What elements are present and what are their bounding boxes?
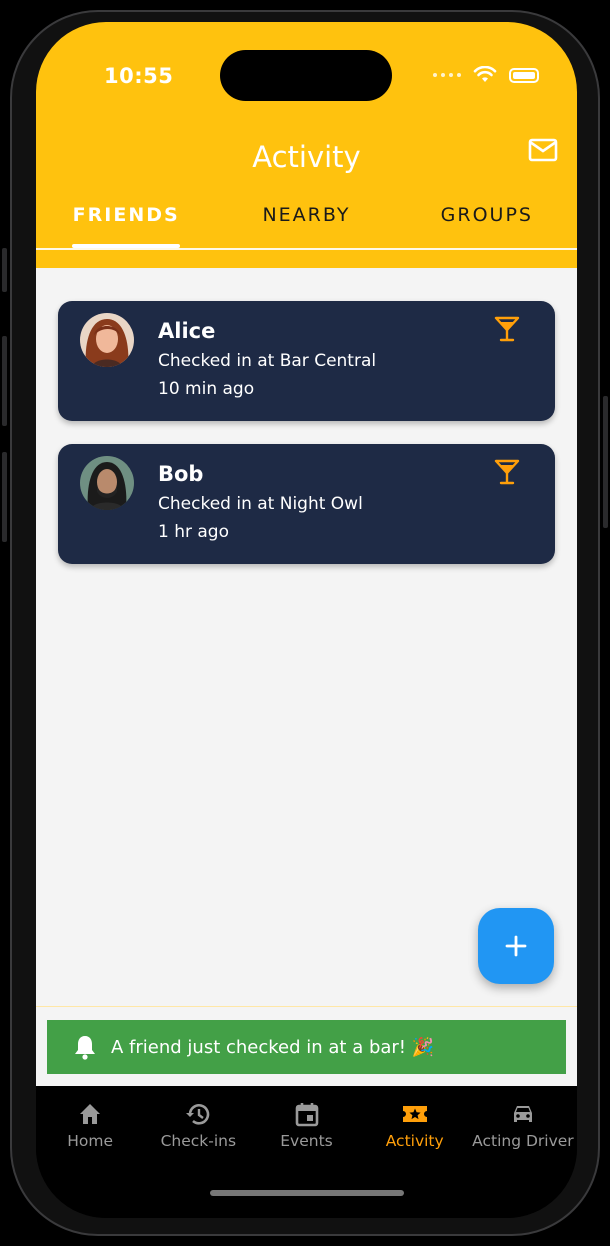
nav-acting-driver[interactable]: Acting Driver [469, 1086, 577, 1218]
activity-feed: Alice Checked in at Bar Central 10 min a… [36, 268, 577, 1006]
notification-snackbar[interactable]: A friend just checked in at a bar! 🎉 [47, 1020, 566, 1074]
checkin-location: Checked in at Night Owl [158, 494, 363, 514]
activity-card[interactable]: Alice Checked in at Bar Central 10 min a… [58, 301, 555, 421]
bottom-nav: Home Check-ins Events Activity Acting Dr… [36, 1086, 577, 1218]
notification-area: A friend just checked in at a bar! 🎉 [36, 1006, 577, 1087]
home-icon [80, 1104, 101, 1124]
checkin-time: 10 min ago [158, 379, 255, 399]
mute-switch [2, 248, 7, 292]
avatar [80, 456, 134, 510]
signal-icon [433, 73, 461, 77]
history-icon [186, 1104, 210, 1125]
tabs-divider [36, 248, 577, 250]
volume-up-button [2, 336, 7, 426]
checkin-location: Checked in at Bar Central [158, 351, 377, 371]
app-screen: 10:55 Activity FRIENDS NEARBY GROUPS Ali… [36, 22, 577, 1218]
nav-label: Activity [385, 1132, 444, 1150]
bell-icon [75, 1036, 95, 1060]
nav-events[interactable]: Events [252, 1086, 360, 1218]
tab-bar: FRIENDS NEARBY GROUPS [36, 198, 577, 246]
friend-name: Bob [158, 462, 204, 486]
power-button [603, 396, 608, 528]
nav-label: Events [280, 1132, 333, 1150]
avatar [80, 313, 134, 367]
home-indicator[interactable] [210, 1190, 404, 1196]
friend-name: Alice [158, 319, 216, 343]
tab-groups[interactable]: GROUPS [397, 198, 577, 246]
nav-label: Acting Driver [472, 1132, 574, 1150]
cocktail-icon [494, 459, 520, 485]
status-time: 10:55 [104, 64, 174, 88]
app-header: 10:55 Activity FRIENDS NEARBY GROUPS [36, 22, 577, 268]
nav-home[interactable]: Home [36, 1086, 144, 1218]
calendar-icon [295, 1103, 318, 1127]
nav-activity[interactable]: Activity [361, 1086, 469, 1218]
volume-down-button [2, 452, 7, 542]
page-title: Activity [252, 140, 361, 174]
ticket-star-icon [402, 1106, 427, 1122]
activity-card[interactable]: Bob Checked in at Night Owl 1 hr ago [58, 444, 555, 564]
status-icons [433, 66, 539, 84]
battery-icon [509, 67, 539, 83]
nav-label: Home [67, 1132, 113, 1150]
notification-text: A friend just checked in at a bar! 🎉 [111, 1036, 435, 1058]
tab-nearby[interactable]: NEARBY [216, 198, 396, 246]
checkin-time: 1 hr ago [158, 522, 229, 542]
nav-check-ins[interactable]: Check-ins [144, 1086, 252, 1218]
tab-friends[interactable]: FRIENDS [36, 198, 216, 246]
cocktail-icon [494, 316, 520, 342]
wifi-icon [473, 66, 497, 82]
car-icon [513, 1106, 532, 1122]
mail-icon[interactable] [527, 136, 559, 164]
nav-label: Check-ins [160, 1132, 237, 1150]
plus-icon [505, 935, 527, 957]
add-checkin-button[interactable] [478, 908, 554, 984]
dynamic-island [220, 50, 392, 101]
